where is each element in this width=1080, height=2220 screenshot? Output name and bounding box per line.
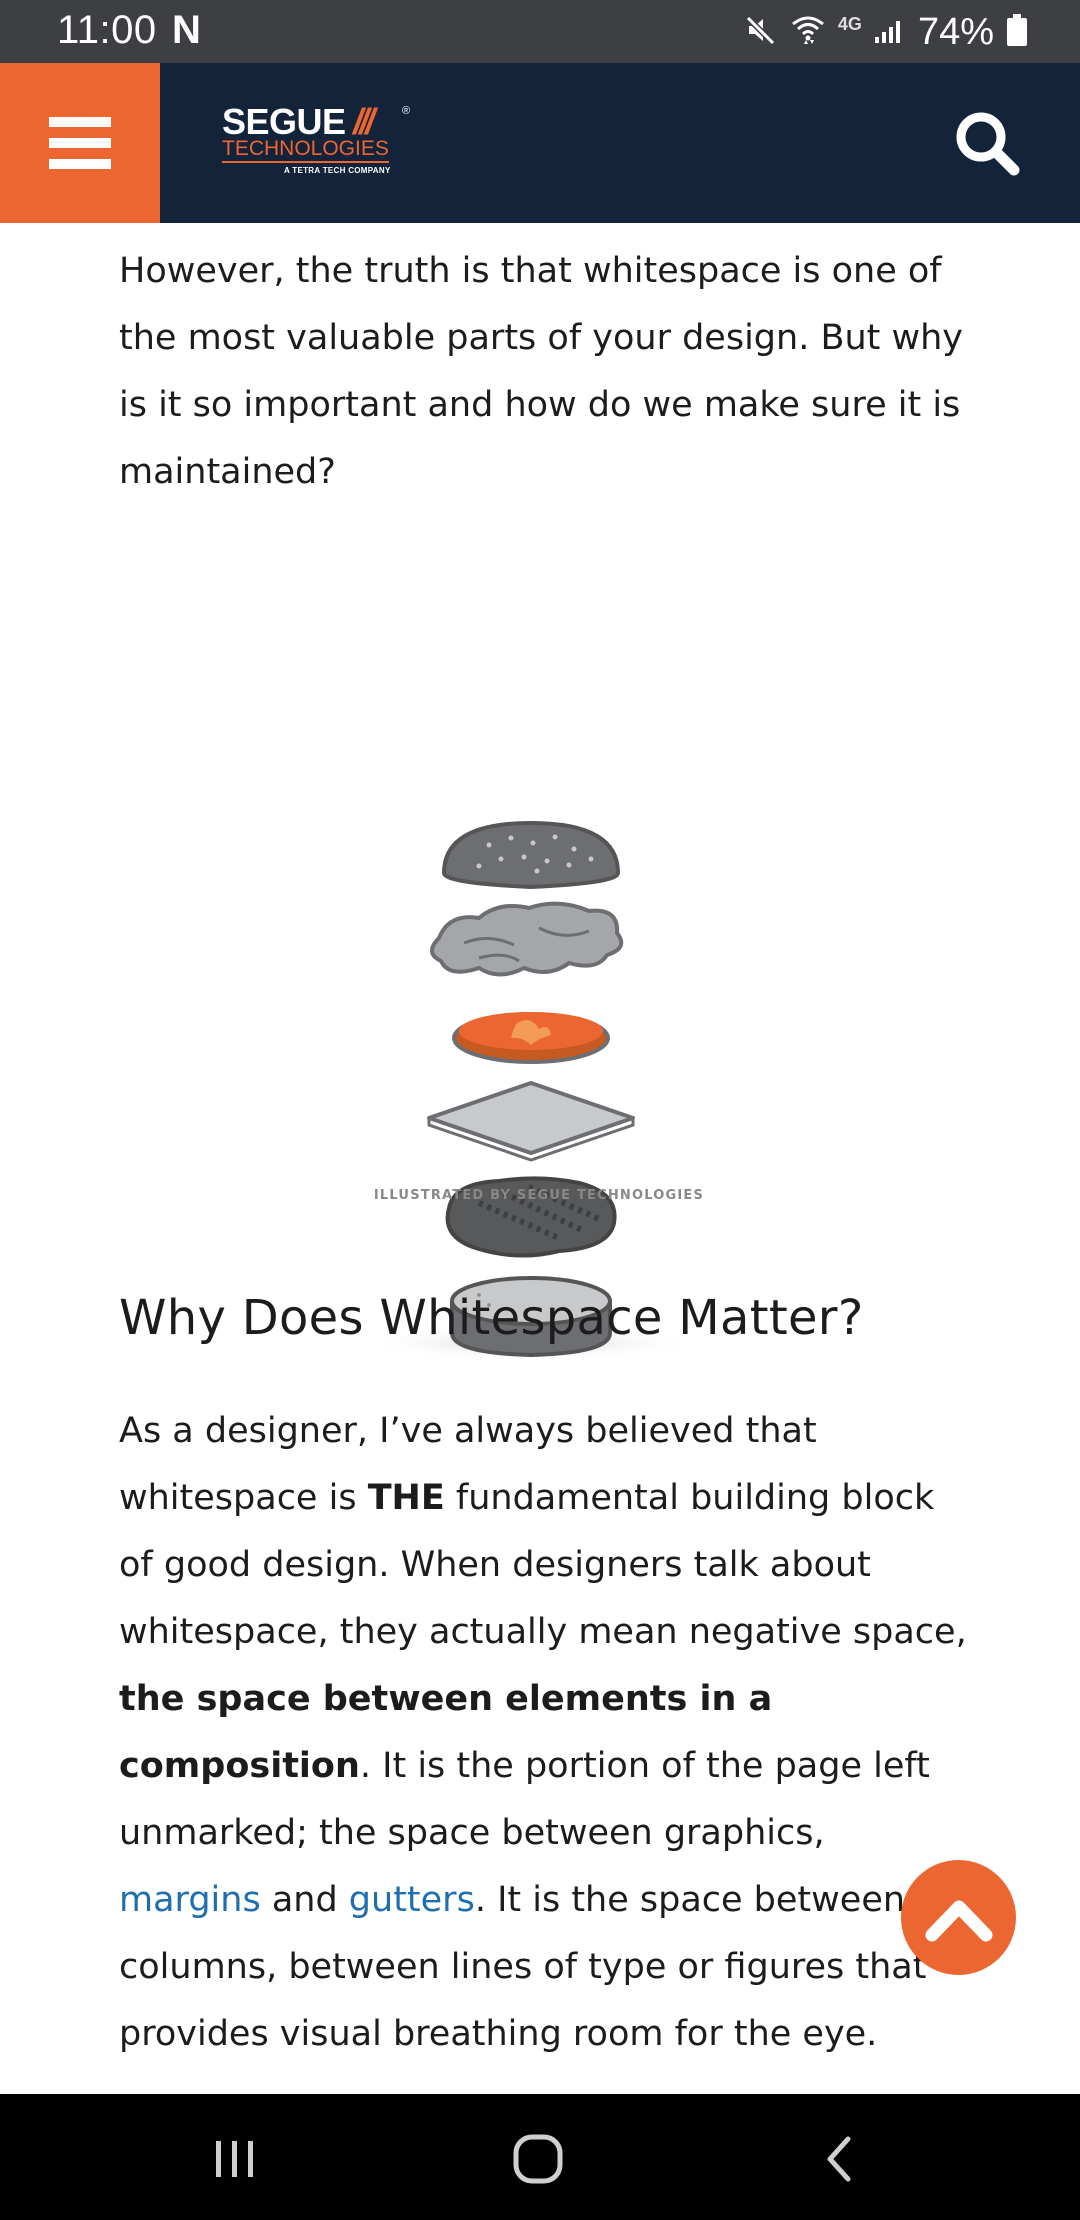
wifi-icon <box>790 12 826 53</box>
margins-link[interactable]: margins <box>119 1880 261 1920</box>
tomato-layer <box>452 1012 610 1064</box>
recent-apps-icon <box>216 2141 253 2177</box>
body-bold-text: THE <box>367 1478 445 1518</box>
cheese-layer <box>427 1081 635 1162</box>
logo-technologies: TECHNOLOGIES <box>222 137 389 163</box>
mute-icon <box>744 13 778 52</box>
back-button[interactable] <box>800 2124 880 2194</box>
status-bar: 11:00 N 4G 74% <box>0 0 1080 63</box>
top-bun-layer <box>441 820 621 890</box>
home-icon <box>513 2134 563 2184</box>
site-header: SEGUE /// ® TECHNOLOGIES A TETRA TECH CO… <box>0 63 1080 223</box>
chevron-up-icon <box>925 1900 992 1941</box>
search-icon <box>956 112 1020 176</box>
section-heading: Why Does Whitespace Matter? <box>119 1290 864 1346</box>
home-button[interactable] <box>498 2124 578 2194</box>
notification-n-icon: N <box>172 8 201 52</box>
status-time: 11:00 <box>57 8 157 52</box>
network-type-label: 4G <box>837 13 862 34</box>
site-logo[interactable]: SEGUE /// ® TECHNOLOGIES A TETRA TECH CO… <box>222 103 422 183</box>
body-text: and <box>260 1880 349 1920</box>
back-icon <box>827 2136 851 2182</box>
logo-registered-mark: ® <box>402 105 411 117</box>
menu-button[interactable] <box>0 63 160 223</box>
search-button[interactable] <box>952 108 1022 178</box>
intro-paragraph: However, the truth is that whitespace is… <box>119 251 964 492</box>
signal-icon <box>874 15 906 50</box>
scroll-to-top-button[interactable] <box>901 1860 1016 1975</box>
battery-icon <box>1006 13 1028 52</box>
logo-tagline: A TETRA TECH COMPANY <box>284 166 391 175</box>
logo-brand-mark: /// <box>353 101 375 142</box>
logo-brand-word: SEGUE <box>222 101 346 142</box>
lettuce-layer <box>430 901 624 977</box>
gutters-link[interactable]: gutters <box>349 1880 475 1920</box>
hamburger-icon <box>49 117 111 169</box>
system-nav-bar <box>0 2094 1080 2220</box>
body-paragraph: As a designer, I’ve always believed that… <box>119 1398 969 2068</box>
illustration-caption: ILLUSTRATED BY SEGUE TECHNOLOGIES <box>373 1188 705 1203</box>
battery-percent: 74% <box>917 10 994 53</box>
status-icons: 4G 74% <box>744 8 1028 56</box>
recent-apps-button[interactable] <box>195 2124 275 2194</box>
